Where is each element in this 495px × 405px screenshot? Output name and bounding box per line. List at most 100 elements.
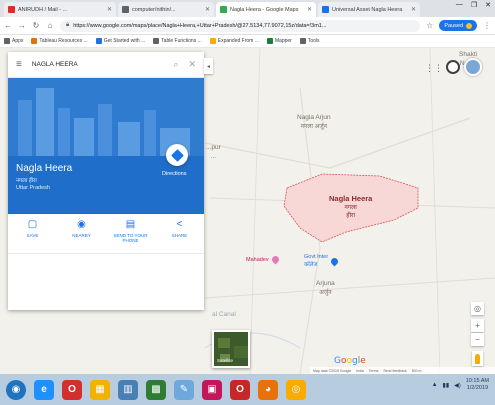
lock-icon: 🔒︎ [66, 22, 70, 28]
poi-label: Mahadev [246, 256, 269, 263]
bookmark-label: Mapper [274, 38, 292, 44]
clear-search-icon[interactable]: ✕ [188, 59, 196, 70]
save-button[interactable]: ▢ SAVE [15, 220, 51, 253]
site-favicon-icon [322, 6, 329, 13]
omnibox[interactable]: 🔒︎ https://www.google.com/maps/place/Nag… [60, 19, 421, 32]
app-icon[interactable]: ▣ [202, 379, 222, 400]
nearby-icon: ◉ [77, 219, 86, 230]
label-en: ...pur [206, 144, 221, 151]
bookmark-expanded[interactable]: Expanded From ... [209, 38, 259, 44]
nearby-button[interactable]: ◉ NEARBY [64, 220, 100, 253]
map-label-nagla-heera[interactable]: Nagla Heera नगला हीरा [329, 194, 372, 220]
share-button[interactable]: < SHARE [162, 220, 198, 253]
opera-icon[interactable]: O [62, 379, 82, 400]
tray-expand-icon[interactable]: ▲ [432, 382, 438, 388]
tab-computer[interactable]: computer/nithin/... ✕ [118, 2, 214, 17]
zoom-out-button[interactable]: − [471, 333, 484, 346]
close-tab-icon[interactable]: ✕ [307, 6, 312, 13]
excel-icon[interactable]: ▩ [146, 379, 166, 400]
bookmark-apps[interactable]: Apps [4, 38, 23, 44]
close-tab-icon[interactable]: ✕ [205, 6, 210, 13]
media-icon[interactable]: ▥ [118, 379, 138, 400]
mail-favicon-icon [8, 6, 15, 13]
map-label-arjuna: Arjuna अर्जुन [316, 280, 335, 297]
chrome-icon[interactable]: ◎ [286, 379, 306, 400]
place-type: Uttar Pradesh [16, 185, 50, 191]
profile-button[interactable]: Paused [439, 20, 477, 31]
pegman-icon [475, 353, 480, 364]
forward-icon[interactable]: → [18, 21, 26, 30]
ie-icon[interactable]: e [34, 379, 54, 400]
temple-pin-icon [270, 254, 281, 265]
send-to-phone-button[interactable]: ▤ SEND TO YOUR PHONE [113, 220, 149, 253]
firefox-icon[interactable]: ◕ [258, 379, 278, 400]
zoom-in-button[interactable]: + [471, 319, 484, 332]
bookmarks-bar: Apps Tableau Resources ... Get Started w… [0, 35, 495, 48]
attribution-text: Map data ©2019 Google [313, 368, 352, 373]
maps-favicon-icon [220, 6, 227, 13]
explorer-icon[interactable]: ▦ [90, 379, 110, 400]
bookmark-table-functions[interactable]: Table Functions ... [153, 38, 202, 44]
directions-icon [170, 148, 184, 162]
label-hi: नगला अर्जुन [300, 123, 327, 130]
caret-left-icon: ◂ [206, 63, 210, 70]
feedback-link[interactable]: Send feedback [383, 369, 406, 373]
minus-icon: − [475, 335, 480, 344]
street-view-pegman[interactable] [472, 351, 483, 366]
bookmark-mapper[interactable]: Mapper [266, 38, 292, 44]
url-text[interactable]: https://www.google.com/maps/place/Nagla+… [73, 23, 326, 29]
label-hi: अर्जुन [319, 289, 332, 296]
start-button[interactable]: ◉ [6, 379, 26, 400]
tab-label: Nagla Heera - Google Maps [230, 6, 299, 13]
search-input[interactable]: NAGLA HEERA [32, 61, 164, 68]
close-window-icon[interactable]: ✕ [485, 1, 491, 9]
bookmark-tools[interactable]: Tools [299, 38, 320, 44]
map-label-canal: al Canal [212, 311, 236, 320]
bookmark-get-started[interactable]: Get Started with ... [95, 38, 145, 44]
opera2-icon[interactable]: O [230, 379, 250, 400]
tab-label: ANIRUDH / Mail - ... [18, 6, 68, 13]
close-tab-icon[interactable]: ✕ [107, 6, 112, 13]
doc-icon [153, 38, 160, 44]
search-icon[interactable]: ⌕ [173, 59, 178, 70]
bookmark-tableau[interactable]: Tableau Resources ... [31, 38, 88, 44]
google-apps-icon[interactable]: ⋮⋮ [425, 63, 443, 74]
home-icon[interactable]: ⌂ [46, 21, 54, 30]
poi-mahadev[interactable]: Mahadev [246, 254, 281, 265]
system-tray: ▲ ▮▮ ◀) 10:15 AM 1/2/2019 [432, 378, 489, 392]
poi-govt-inter[interactable]: Govt Inter कॉलेज [304, 254, 340, 268]
reload-icon[interactable]: ↻ [32, 21, 40, 30]
attribution-country[interactable]: India [356, 369, 364, 373]
tab-label: computer/nithin/... [132, 6, 176, 13]
system-clock[interactable]: 10:15 AM 1/2/2019 [466, 378, 489, 392]
maximize-icon[interactable]: ❐ [471, 1, 477, 9]
doc-icon [299, 38, 306, 44]
my-location-button[interactable]: ◎ [471, 302, 484, 315]
place-hero: Nagla Heera नगला हीरा Uttar Pradesh Dire… [8, 78, 204, 214]
bookmark-label: Table Functions ... [161, 38, 202, 44]
network-icon[interactable]: ▮▮ [443, 382, 450, 389]
directions-button[interactable] [166, 144, 188, 166]
chrome-menu-icon[interactable]: ⋮ [483, 21, 491, 30]
profile-avatar-icon [466, 22, 472, 29]
search-box[interactable]: ≡ NAGLA HEERA ⌕ ✕ [8, 52, 204, 78]
label-hi-2: हीरा [346, 213, 356, 220]
minimize-icon[interactable]: — [456, 1, 463, 9]
account-avatar[interactable] [446, 60, 460, 74]
tab-mail[interactable]: ANIRUDH / Mail - ... ✕ [4, 2, 116, 17]
paint-icon[interactable]: ✎ [174, 379, 194, 400]
satellite-toggle[interactable]: Satellite [212, 330, 250, 368]
place-actions: ▢ SAVE ◉ NEARBY ▤ SEND TO YOUR PHONE < S… [8, 214, 204, 254]
tab-google-maps[interactable]: Nagla Heera - Google Maps ✕ [216, 2, 316, 17]
close-tab-icon[interactable]: ✕ [411, 6, 416, 13]
collapse-panel-button[interactable]: ◂ [204, 58, 213, 74]
terms-link[interactable]: Terms [369, 369, 379, 373]
volume-icon[interactable]: ◀) [454, 382, 461, 389]
tab-universal-asset[interactable]: Universal Asset Nagla Heera ✕ [318, 2, 420, 17]
profile-avatar[interactable] [464, 58, 482, 76]
menu-icon[interactable]: ≡ [16, 59, 22, 70]
satellite-label: Satellite [217, 358, 234, 363]
bookmark-star-icon[interactable]: ☆ [426, 21, 433, 30]
bookmark-label: Tableau Resources ... [39, 38, 88, 44]
back-icon[interactable]: ← [4, 21, 12, 30]
